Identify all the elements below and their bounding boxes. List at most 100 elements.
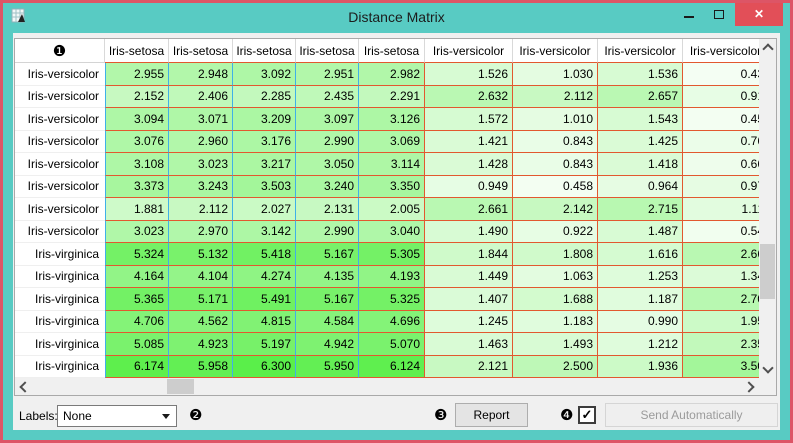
matrix-cell[interactable]: 2.285 bbox=[233, 86, 296, 109]
close-button[interactable]: ✕ bbox=[735, 3, 783, 26]
matrix-cell[interactable]: 0.91 bbox=[683, 86, 759, 109]
horizontal-scrollbar[interactable] bbox=[15, 378, 759, 395]
matrix-cell[interactable]: 5.324 bbox=[105, 243, 169, 266]
matrix-cell[interactable]: 2.152 bbox=[105, 86, 169, 109]
matrix-cell[interactable]: 4.584 bbox=[296, 311, 359, 334]
column-header[interactable]: Iris-setosa bbox=[233, 39, 296, 63]
matrix-cell[interactable]: 1.421 bbox=[425, 131, 513, 154]
matrix-cell[interactable]: 3.373 bbox=[105, 176, 169, 199]
matrix-cell[interactable]: 2.112 bbox=[169, 198, 233, 221]
matrix-cell[interactable]: 0.45 bbox=[683, 108, 759, 131]
matrix-cell[interactable]: 2.131 bbox=[296, 198, 359, 221]
matrix-cell[interactable]: 2.112 bbox=[513, 86, 598, 109]
matrix-cell[interactable]: 0.54 bbox=[683, 221, 759, 244]
matrix-cell[interactable]: 5.365 bbox=[105, 288, 169, 311]
matrix-cell[interactable]: 0.66 bbox=[683, 153, 759, 176]
matrix-cell[interactable]: 3.240 bbox=[296, 176, 359, 199]
matrix-cell[interactable]: 6.174 bbox=[105, 356, 169, 379]
matrix-cell[interactable]: 4.923 bbox=[169, 333, 233, 356]
matrix-cell[interactable]: 1.010 bbox=[513, 108, 598, 131]
matrix-cell[interactable]: 5.085 bbox=[105, 333, 169, 356]
row-header[interactable]: Iris-versicolor bbox=[15, 198, 105, 221]
column-header[interactable]: Iris-versicolor bbox=[683, 39, 759, 63]
matrix-cell[interactable]: 5.167 bbox=[296, 243, 359, 266]
matrix-cell[interactable]: 0.922 bbox=[513, 221, 598, 244]
matrix-cell[interactable]: 2.970 bbox=[169, 221, 233, 244]
matrix-cell[interactable]: 1.463 bbox=[425, 333, 513, 356]
matrix-cell[interactable]: 2.715 bbox=[598, 198, 683, 221]
column-header[interactable]: Iris-versicolor bbox=[425, 39, 513, 63]
matrix-cell[interactable]: 3.094 bbox=[105, 108, 169, 131]
row-header[interactable]: Iris-virginica bbox=[15, 333, 105, 356]
matrix-cell[interactable]: 1.543 bbox=[598, 108, 683, 131]
matrix-cell[interactable]: 1.936 bbox=[598, 356, 683, 379]
matrix-cell[interactable]: 5.132 bbox=[169, 243, 233, 266]
matrix-cell[interactable]: 5.958 bbox=[169, 356, 233, 379]
matrix-cell[interactable]: 4.135 bbox=[296, 266, 359, 289]
matrix-cell[interactable]: 1.493 bbox=[513, 333, 598, 356]
matrix-cell[interactable]: 1.95 bbox=[683, 311, 759, 334]
row-header[interactable]: Iris-versicolor bbox=[15, 176, 105, 199]
matrix-cell[interactable]: 3.243 bbox=[169, 176, 233, 199]
column-header[interactable]: Iris-setosa bbox=[169, 39, 233, 63]
matrix-cell[interactable]: 6.300 bbox=[233, 356, 296, 379]
vertical-scrollbar[interactable] bbox=[759, 39, 776, 378]
matrix-cell[interactable]: 2.027 bbox=[233, 198, 296, 221]
row-header[interactable]: Iris-versicolor bbox=[15, 221, 105, 244]
scroll-up-button[interactable] bbox=[759, 39, 776, 56]
matrix-cell[interactable]: 3.071 bbox=[169, 108, 233, 131]
matrix-cell[interactable]: 2.291 bbox=[359, 86, 425, 109]
matrix-cell[interactable]: 2.990 bbox=[296, 131, 359, 154]
matrix-cell[interactable]: 3.092 bbox=[233, 63, 296, 86]
horizontal-scroll-thumb[interactable] bbox=[167, 379, 194, 394]
matrix-cell[interactable]: 5.305 bbox=[359, 243, 425, 266]
matrix-cell[interactable]: 5.491 bbox=[233, 288, 296, 311]
row-header[interactable]: Iris-versicolor bbox=[15, 63, 105, 86]
matrix-cell[interactable]: 2.982 bbox=[359, 63, 425, 86]
matrix-cell[interactable]: 5.070 bbox=[359, 333, 425, 356]
matrix-cell[interactable]: 0.990 bbox=[598, 311, 683, 334]
matrix-cell[interactable]: 2.005 bbox=[359, 198, 425, 221]
send-automatically-button[interactable]: Send Automatically bbox=[605, 403, 778, 427]
matrix-cell[interactable]: 1.407 bbox=[425, 288, 513, 311]
matrix-cell[interactable]: 1.245 bbox=[425, 311, 513, 334]
matrix-cell[interactable]: 2.951 bbox=[296, 63, 359, 86]
row-header[interactable]: Iris-versicolor bbox=[15, 131, 105, 154]
matrix-cell[interactable]: 1.11 bbox=[683, 198, 759, 221]
matrix-cell[interactable]: 0.843 bbox=[513, 131, 598, 154]
matrix-cell[interactable]: 6.124 bbox=[359, 356, 425, 379]
matrix-cell[interactable]: 0.949 bbox=[425, 176, 513, 199]
matrix-cell[interactable]: 1.526 bbox=[425, 63, 513, 86]
matrix-cell[interactable]: 3.108 bbox=[105, 153, 169, 176]
vertical-scroll-thumb[interactable] bbox=[760, 244, 775, 299]
matrix-cell[interactable]: 1.808 bbox=[513, 243, 598, 266]
matrix-cell[interactable]: 3.176 bbox=[233, 131, 296, 154]
matrix-cell[interactable]: 1.449 bbox=[425, 266, 513, 289]
matrix-cell[interactable]: 4.815 bbox=[233, 311, 296, 334]
matrix-cell[interactable]: 1.844 bbox=[425, 243, 513, 266]
matrix-cell[interactable]: 0.76 bbox=[683, 131, 759, 154]
matrix-cell[interactable]: 3.503 bbox=[233, 176, 296, 199]
matrix-cell[interactable]: 3.023 bbox=[169, 153, 233, 176]
column-header[interactable]: Iris-versicolor bbox=[598, 39, 683, 63]
matrix-cell[interactable]: 5.167 bbox=[296, 288, 359, 311]
matrix-cell[interactable]: 5.418 bbox=[233, 243, 296, 266]
matrix-cell[interactable]: 1.428 bbox=[425, 153, 513, 176]
matrix-cell[interactable]: 3.069 bbox=[359, 131, 425, 154]
matrix-cell[interactable]: 3.114 bbox=[359, 153, 425, 176]
column-header[interactable]: Iris-setosa bbox=[296, 39, 359, 63]
matrix-cell[interactable]: 4.942 bbox=[296, 333, 359, 356]
matrix-cell[interactable]: 2.632 bbox=[425, 86, 513, 109]
matrix-cell[interactable]: 4.164 bbox=[105, 266, 169, 289]
scroll-down-button[interactable] bbox=[759, 361, 776, 378]
matrix-cell[interactable]: 2.500 bbox=[513, 356, 598, 379]
matrix-cell[interactable]: 0.843 bbox=[513, 153, 598, 176]
matrix-cell[interactable]: 2.121 bbox=[425, 356, 513, 379]
matrix-cell[interactable]: 2.142 bbox=[513, 198, 598, 221]
matrix-cell[interactable]: 4.274 bbox=[233, 266, 296, 289]
column-header[interactable]: Iris-versicolor bbox=[513, 39, 598, 63]
matrix-cell[interactable]: 0.43 bbox=[683, 63, 759, 86]
matrix-cell[interactable]: 3.050 bbox=[296, 153, 359, 176]
scroll-left-button[interactable] bbox=[15, 378, 32, 395]
matrix-cell[interactable]: 5.171 bbox=[169, 288, 233, 311]
